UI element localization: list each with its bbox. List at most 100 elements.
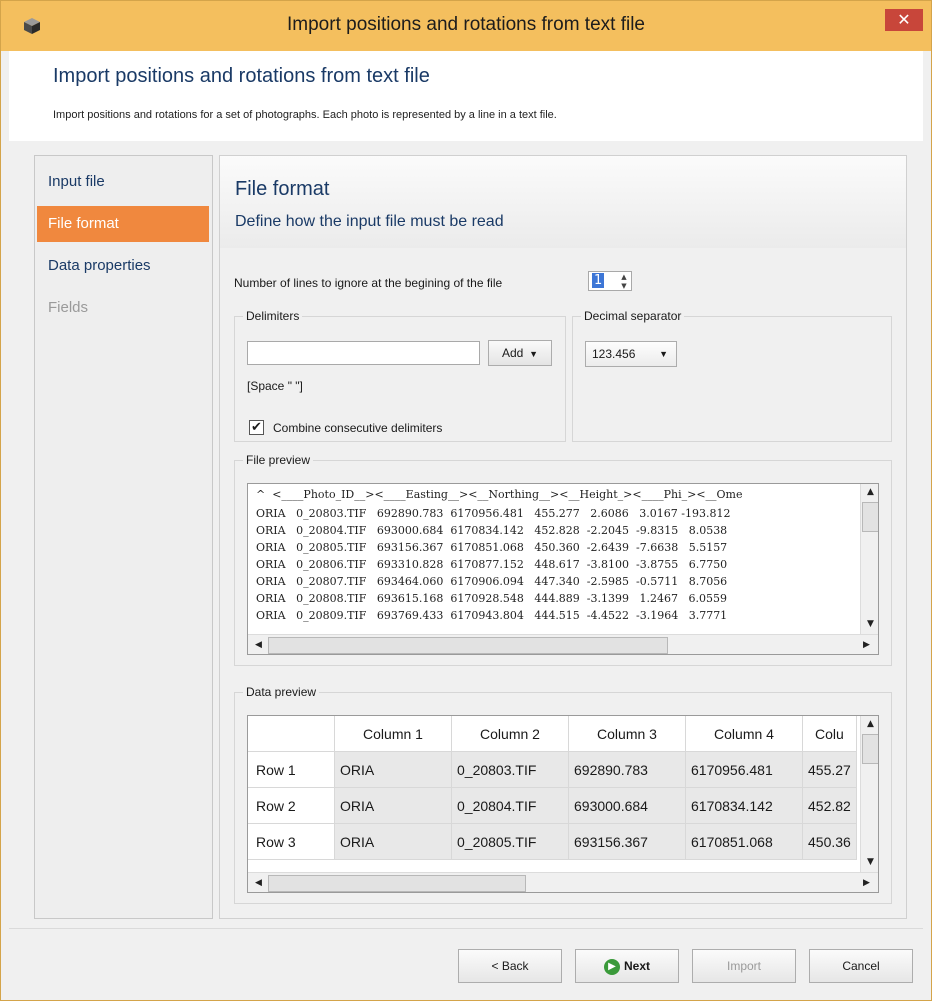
table-cell[interactable]: 452.82 — [802, 787, 857, 824]
file-preview-textbox[interactable]: ^ <____Photo_ID__><____Easting__><__Nort… — [247, 483, 879, 655]
row-header: Row 1 — [248, 751, 335, 788]
file-preview-horizontal-scrollbar[interactable]: ◀ ▶ — [248, 634, 878, 654]
column-header[interactable]: Colu — [802, 716, 857, 752]
file-preview-group: File preview ^ <____Photo_ID__><____East… — [234, 453, 892, 666]
table-cell[interactable]: 6170851.068 — [685, 823, 803, 860]
data-preview-table: Column 1 Column 2 Column 3 Column 4 Colu… — [248, 716, 857, 860]
decimal-separator-value: 123.456 — [592, 347, 636, 361]
table-cell[interactable]: 0_20805.TIF — [451, 823, 569, 860]
table-cell[interactable]: 693000.684 — [568, 787, 686, 824]
table-cell[interactable]: 455.27 — [802, 751, 857, 788]
panel-header: File format Define how the input file mu… — [220, 156, 906, 248]
file-preview-line: ORIA 0_20809.TIF 693769.433 6170943.804 … — [256, 609, 728, 622]
dialog-header: Import positions and rotations from text… — [9, 51, 923, 141]
ignore-lines-stepper[interactable]: 1 ▲ ▼ — [588, 271, 632, 291]
table-cell[interactable]: ORIA — [334, 787, 452, 824]
footer-divider — [9, 928, 923, 929]
delimiters-group: Delimiters Add ▼ [Space " "] ✔ Combine c… — [234, 309, 566, 442]
scroll-left-icon[interactable]: ◀ — [250, 875, 267, 892]
file-preview-line: ORIA 0_20805.TIF 693156.367 6170851.068 … — [256, 541, 728, 554]
file-preview-vertical-scrollbar[interactable]: ▲ ▼ — [860, 484, 878, 634]
file-format-panel: File format Define how the input file mu… — [219, 155, 907, 919]
file-preview-line: ORIA 0_20804.TIF 693000.684 6170834.142 … — [256, 524, 728, 537]
add-button-label: Add — [501, 346, 524, 360]
table-cell[interactable]: 6170956.481 — [685, 751, 803, 788]
scroll-down-icon[interactable]: ▼ — [862, 854, 878, 871]
page-title: File format — [235, 178, 330, 200]
table-row: Row 3 ORIA 0_20805.TIF 693156.367 617085… — [248, 823, 857, 860]
delimiter-input[interactable] — [247, 341, 480, 365]
file-preview-line: ORIA 0_20807.TIF 693464.060 6170906.094 … — [256, 575, 728, 588]
nav-item-input-file[interactable]: Input file — [37, 164, 209, 200]
ignore-lines-value: 1 — [592, 273, 605, 288]
ignore-lines-label: Number of lines to ignore at the beginin… — [234, 276, 503, 290]
add-delimiter-button[interactable]: Add ▼ — [488, 340, 552, 366]
data-preview-group: Data preview Column 1 Column 2 Column 3 … — [234, 685, 892, 904]
close-button[interactable]: ✕ — [885, 9, 923, 31]
scroll-up-icon[interactable]: ▲ — [862, 716, 878, 733]
import-button: Import — [692, 949, 796, 983]
title-bar[interactable]: Import positions and rotations from text… — [1, 1, 931, 51]
scroll-thumb[interactable] — [268, 875, 526, 892]
table-header-row: Column 1 Column 2 Column 3 Column 4 Colu — [248, 716, 857, 752]
scroll-down-icon[interactable]: ▼ — [862, 616, 878, 633]
table-row: Row 1 ORIA 0_20803.TIF 692890.783 617095… — [248, 751, 857, 788]
back-button[interactable]: < Back — [458, 949, 562, 983]
scroll-right-icon[interactable]: ▶ — [858, 875, 875, 892]
scroll-thumb[interactable] — [862, 502, 878, 532]
spin-down-icon[interactable]: ▼ — [618, 282, 630, 290]
next-button[interactable]: ▶ Next — [575, 949, 679, 983]
column-header[interactable]: Column 3 — [568, 716, 686, 752]
file-preview-line: ORIA 0_20808.TIF 693615.168 6170928.548 … — [256, 592, 727, 605]
scroll-thumb[interactable] — [268, 637, 668, 654]
combine-delimiters-label: Combine consecutive delimiters — [273, 421, 443, 435]
nav-item-file-format[interactable]: File format — [37, 206, 209, 242]
dialog-title: Import positions and rotations from text… — [53, 65, 430, 87]
cancel-button[interactable]: Cancel — [809, 949, 913, 983]
dialog-description: Import positions and rotations for a set… — [53, 109, 557, 121]
corner-cell — [248, 716, 335, 752]
table-cell[interactable]: ORIA — [334, 751, 452, 788]
column-header[interactable]: Column 1 — [334, 716, 452, 752]
decimal-separator-group: Decimal separator 123.456 ▼ — [572, 309, 892, 442]
scroll-left-icon[interactable]: ◀ — [250, 637, 267, 654]
file-preview-header-line: ^ <____Photo_ID__><____Easting__><__Nort… — [256, 488, 743, 501]
file-preview-line: ORIA 0_20803.TIF 692890.783 6170956.481 … — [256, 507, 731, 520]
spin-up-icon[interactable]: ▲ — [618, 273, 630, 281]
table-cell[interactable]: 450.36 — [802, 823, 857, 860]
table-cell[interactable]: 0_20803.TIF — [451, 751, 569, 788]
table-cell[interactable]: ORIA — [334, 823, 452, 860]
dropdown-arrow-icon: ▼ — [659, 349, 668, 359]
current-delimiter: [Space " "] — [247, 379, 303, 393]
row-header: Row 2 — [248, 787, 335, 824]
data-preview-vertical-scrollbar[interactable]: ▲ ▼ — [860, 716, 878, 872]
delimiters-legend: Delimiters — [243, 309, 303, 323]
scroll-up-icon[interactable]: ▲ — [862, 484, 878, 501]
row-header: Row 3 — [248, 823, 335, 860]
decimal-separator-legend: Decimal separator — [581, 309, 685, 323]
table-cell[interactable]: 693156.367 — [568, 823, 686, 860]
column-header[interactable]: Column 4 — [685, 716, 803, 752]
table-row: Row 2 ORIA 0_20804.TIF 693000.684 617083… — [248, 787, 857, 824]
scroll-right-icon[interactable]: ▶ — [858, 637, 875, 654]
column-header[interactable]: Column 2 — [451, 716, 569, 752]
next-button-label: Next — [623, 959, 650, 973]
table-cell[interactable]: 6170834.142 — [685, 787, 803, 824]
decimal-separator-select[interactable]: 123.456 ▼ — [585, 341, 677, 367]
wizard-nav: Input file File format Data properties F… — [34, 155, 213, 919]
dialog-body: Import positions and rotations from text… — [9, 51, 923, 993]
window-title: Import positions and rotations from text… — [287, 14, 645, 35]
data-preview-grid[interactable]: Column 1 Column 2 Column 3 Column 4 Colu… — [247, 715, 879, 893]
nav-item-data-properties[interactable]: Data properties — [37, 248, 209, 284]
file-preview-line: ORIA 0_20806.TIF 693310.828 6170877.152 … — [256, 558, 728, 571]
table-cell[interactable]: 692890.783 — [568, 751, 686, 788]
table-cell[interactable]: 0_20804.TIF — [451, 787, 569, 824]
combine-delimiters-checkbox[interactable]: ✔ — [249, 420, 264, 435]
next-arrow-icon: ▶ — [603, 958, 620, 975]
data-preview-legend: Data preview — [243, 685, 320, 699]
data-preview-horizontal-scrollbar[interactable]: ◀ ▶ — [248, 872, 878, 892]
import-dialog-window: Import positions and rotations from text… — [0, 0, 932, 1001]
scroll-thumb[interactable] — [862, 734, 878, 764]
nav-item-fields: Fields — [48, 299, 89, 316]
file-preview-legend: File preview — [243, 453, 314, 467]
